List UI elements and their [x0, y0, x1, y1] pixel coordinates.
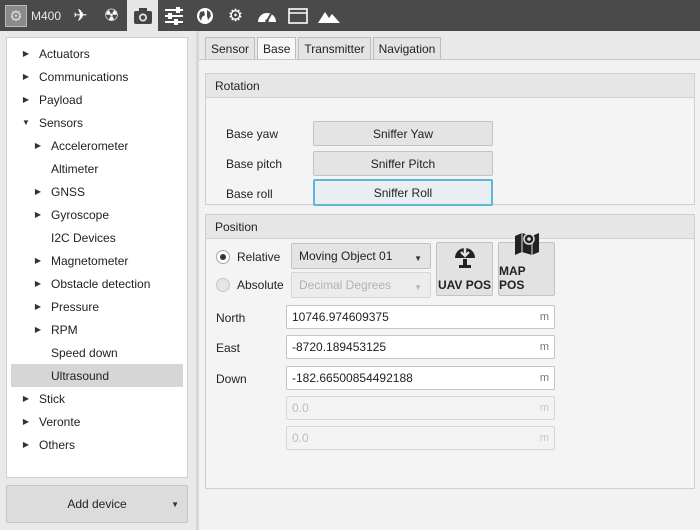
chevron-right-icon: ▶ — [22, 394, 30, 403]
add-device-label: Add device — [67, 497, 127, 511]
tab-base[interactable]: Base — [257, 37, 297, 59]
absolute-format-select[interactable]: Decimal Degrees ▼ — [291, 272, 431, 298]
globe-icon[interactable] — [189, 0, 220, 31]
unit-label: m — [539, 372, 549, 384]
tree-item-obstacle-detection[interactable]: ▶ Obstacle detection — [11, 272, 183, 295]
down-label: Down — [216, 372, 247, 386]
chip-icon: ⚙ — [5, 4, 27, 27]
map-pin-icon — [513, 230, 541, 262]
tab-bar: Sensor Base Transmitter Navigation — [205, 37, 443, 59]
sniffer-roll-button[interactable]: Sniffer Roll — [313, 179, 493, 206]
rotation-title: Rotation — [206, 74, 694, 98]
add-device-button[interactable]: Add device ▼ — [6, 485, 188, 523]
down-field[interactable]: -182.66500854492188 m — [286, 366, 555, 390]
position-section: Position Relative Moving Object 01 ▼ Abs… — [205, 214, 695, 489]
tree-item-pressure[interactable]: ▶ Pressure — [11, 295, 183, 318]
rotation-section: Rotation Base yaw Sniffer Yaw Base pitch… — [205, 73, 695, 206]
unit-label: m — [539, 432, 549, 444]
tree-item-gyroscope[interactable]: ▶ Gyroscope — [11, 203, 183, 226]
east-label: East — [216, 341, 241, 355]
tree-item-others[interactable]: ▶ Others — [11, 433, 183, 456]
unit-label: m — [539, 402, 549, 414]
relative-radio[interactable] — [216, 250, 230, 264]
tree-item-rpm[interactable]: ▶ RPM — [11, 318, 183, 341]
tab-content: Rotation Base yaw Sniffer Yaw Base pitch… — [199, 59, 700, 530]
base-yaw-label: Base yaw — [226, 127, 279, 141]
tree-item-actuators[interactable]: ▶ Actuators — [11, 42, 183, 65]
absolute-label: Absolute — [237, 278, 284, 292]
sniffer-pitch-button[interactable]: Sniffer Pitch — [313, 151, 493, 176]
position-title: Position — [206, 215, 694, 239]
map-pos-button[interactable]: MAP POS — [498, 233, 555, 296]
window-icon[interactable] — [282, 0, 313, 31]
base-roll-label: Base roll — [226, 187, 273, 201]
device-tree: ▶ Actuators ▶ Communications ▶ Payload ▼ Sen… — [6, 37, 188, 478]
east-field[interactable]: -8720.189453125 m — [286, 335, 555, 359]
chevron-down-icon: ▼ — [22, 118, 30, 127]
chevron-down-icon[interactable]: ▼ — [171, 500, 179, 509]
tree-item-i2c-devices[interactable]: I2C Devices — [11, 226, 183, 249]
chevron-right-icon: ▶ — [22, 72, 30, 81]
chevron-down-icon: ▼ — [414, 283, 422, 292]
absolute-radio[interactable] — [216, 278, 230, 292]
tree-item-payload[interactable]: ▶ Payload — [11, 88, 183, 111]
device-label: M400 — [31, 8, 62, 23]
tree-item-speed-down[interactable]: Speed down — [11, 341, 183, 364]
relative-object-select[interactable]: Moving Object 01 ▼ — [291, 243, 431, 269]
tree-item-ultrasound[interactable]: Ultrasound — [11, 364, 183, 387]
tree-item-veronte[interactable]: ▶ Veronte — [11, 410, 183, 433]
tree-item-communications[interactable]: ▶ Communications — [11, 65, 183, 88]
chevron-down-icon: ▼ — [414, 254, 422, 263]
unit-label: m — [539, 341, 549, 353]
chevron-right-icon: ▶ — [22, 95, 30, 104]
sniffer-yaw-button[interactable]: Sniffer Yaw — [313, 121, 493, 146]
mountain-icon[interactable] — [313, 0, 344, 31]
chevron-right-icon: ▶ — [34, 279, 42, 288]
top-toolbar: ⚙ M400 ✈ ☢ ⚙ — [0, 0, 700, 31]
chevron-right-icon: ▶ — [22, 49, 30, 58]
chevron-right-icon: ▶ — [34, 302, 42, 311]
uav-pos-button[interactable]: UAV POS — [436, 242, 493, 296]
chevron-right-icon: ▶ — [22, 440, 30, 449]
tree-item-sensors[interactable]: ▼ Sensors — [11, 111, 183, 134]
tab-sensor[interactable]: Sensor — [205, 37, 256, 59]
tree-item-stick[interactable]: ▶ Stick — [11, 387, 183, 410]
tree-item-altimeter[interactable]: Altimeter — [11, 157, 183, 180]
disabled-field-1[interactable]: 0.0 m — [286, 396, 555, 420]
camera-icon[interactable] — [127, 0, 159, 31]
unit-label: m — [539, 311, 549, 323]
tree-item-magnetometer[interactable]: ▶ Magnetometer — [11, 249, 183, 272]
north-label: North — [216, 311, 246, 325]
chevron-right-icon: ▶ — [34, 187, 42, 196]
download-pin-icon — [452, 244, 478, 276]
tab-navigation[interactable]: Navigation — [372, 37, 442, 59]
tab-transmitter[interactable]: Transmitter — [298, 37, 371, 59]
airplane-icon[interactable]: ✈ — [65, 0, 96, 31]
chevron-right-icon: ▶ — [34, 210, 42, 219]
tree-item-accelerometer[interactable]: ▶ Accelerometer — [11, 134, 183, 157]
disabled-field-2[interactable]: 0.0 m — [286, 426, 555, 450]
chevron-right-icon: ▶ — [34, 325, 42, 334]
base-pitch-label: Base pitch — [226, 157, 283, 171]
north-field[interactable]: 10746.974609375 m — [286, 305, 555, 329]
sliders-icon[interactable] — [158, 0, 189, 31]
chevron-right-icon: ▶ — [34, 256, 42, 265]
gears-icon[interactable]: ⚙ — [220, 0, 251, 31]
gauge-icon[interactable] — [251, 0, 282, 31]
radiation-icon[interactable]: ☢ — [96, 0, 127, 31]
tree-item-gnss[interactable]: ▶ GNSS — [11, 180, 183, 203]
chevron-right-icon: ▶ — [34, 141, 42, 150]
relative-label: Relative — [237, 250, 281, 264]
chevron-right-icon: ▶ — [22, 417, 30, 426]
device-selector[interactable]: ⚙ M400 — [0, 0, 65, 31]
